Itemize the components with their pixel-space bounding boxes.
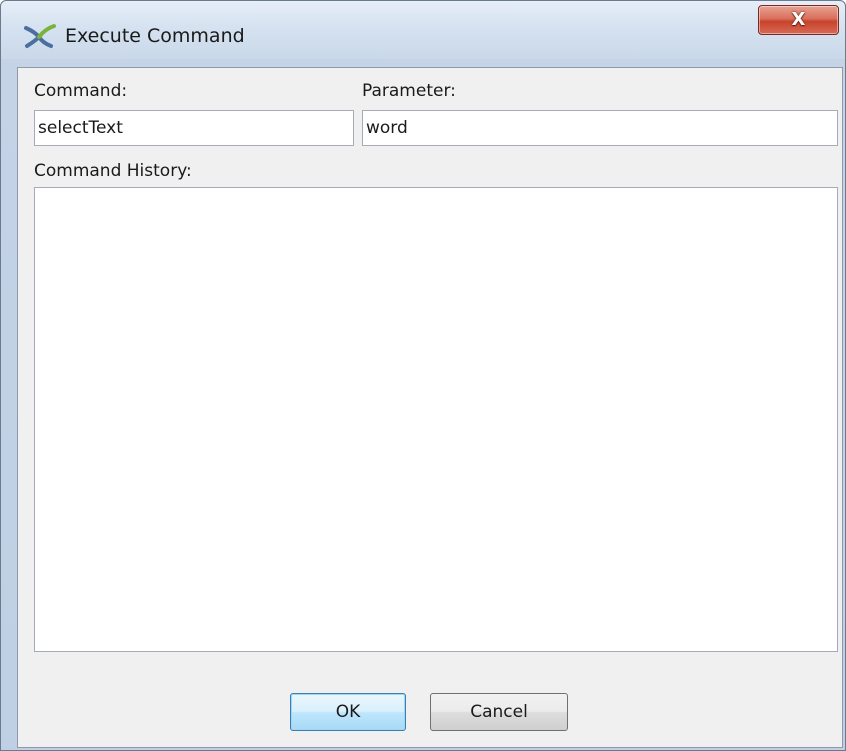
close-icon: X	[791, 9, 806, 30]
ok-button[interactable]: OK	[290, 693, 406, 731]
command-history-list[interactable]	[34, 187, 838, 652]
parameter-label: Parameter:	[362, 81, 456, 101]
command-history-label: Command History:	[34, 161, 192, 181]
window-title: Execute Command	[65, 25, 245, 47]
app-cross-icon	[23, 23, 57, 49]
dialog-content: Command: selectText Parameter: word Comm…	[17, 67, 843, 748]
execute-command-dialog: Execute Command X Command: selectText Pa…	[0, 0, 846, 751]
command-input[interactable]: selectText	[34, 110, 354, 146]
cancel-button[interactable]: Cancel	[430, 693, 568, 731]
title-bar[interactable]: Execute Command X	[1, 1, 845, 59]
close-button[interactable]: X	[758, 5, 839, 35]
parameter-input[interactable]: word	[362, 110, 838, 146]
command-label: Command:	[34, 81, 128, 101]
